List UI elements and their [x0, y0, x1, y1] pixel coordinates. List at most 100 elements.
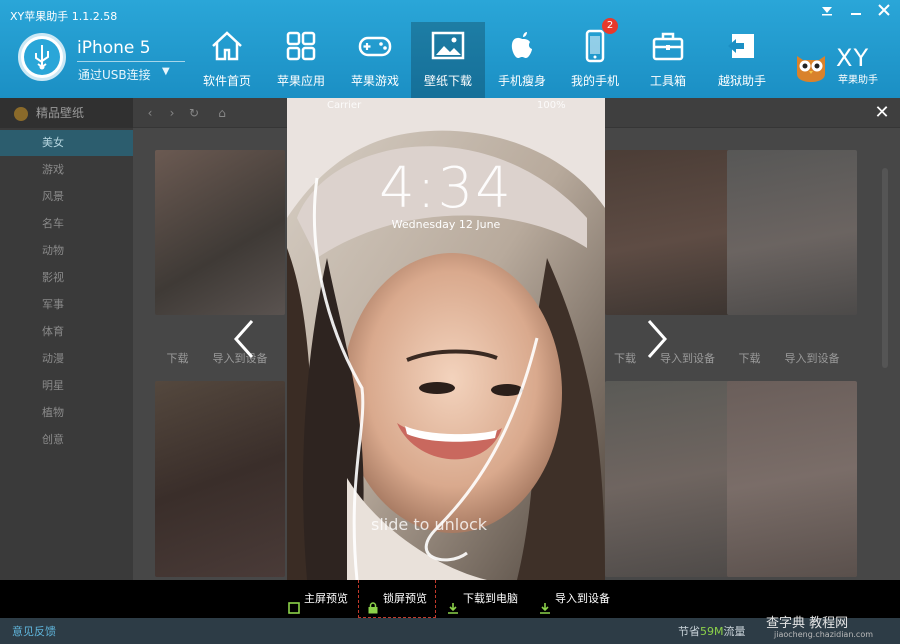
- picture-icon: [430, 28, 466, 64]
- savings-value: 59M: [700, 625, 724, 638]
- action-label: 锁屏预览: [383, 592, 427, 605]
- import-to-device-button[interactable]: 导入到设备: [539, 580, 610, 618]
- nav-label: 软件首页: [202, 74, 251, 88]
- close-icon[interactable]: [873, 4, 895, 22]
- watermark-text: 查字典 教程网: [766, 616, 849, 631]
- star-icon: [14, 107, 28, 121]
- download-to-pc-button[interactable]: 下载到电脑: [447, 580, 518, 618]
- sidebar-item-cars[interactable]: 名车: [0, 211, 133, 237]
- category-sidebar: 精品壁纸 美女 游戏 风景 名车 动物 影视 军事 体育 动漫 明星 植物 创意: [0, 98, 133, 580]
- nav-home[interactable]: 软件首页: [190, 22, 264, 98]
- sidebar-item-military[interactable]: 军事: [0, 292, 133, 318]
- action-label: 下载到电脑: [463, 592, 518, 605]
- notification-badge: 2: [602, 18, 618, 34]
- nav-games[interactable]: 苹果游戏: [338, 22, 412, 98]
- back-icon[interactable]: ‹: [141, 105, 159, 121]
- next-arrow-icon[interactable]: [645, 318, 669, 360]
- nav-label: 苹果应用: [276, 74, 325, 88]
- thumbnail-actions: 下载 导入到设备: [727, 348, 857, 370]
- sidebar-item-plants[interactable]: 植物: [0, 400, 133, 426]
- action-label: 导入到设备: [555, 592, 610, 605]
- lock-icon: [367, 592, 379, 614]
- nav-label: 我的手机: [570, 74, 619, 88]
- toolbox-icon: [650, 28, 686, 64]
- nav-my-phone[interactable]: 2 我的手机: [558, 18, 632, 98]
- nav-slim[interactable]: 手机瘦身: [485, 22, 559, 98]
- nav-jailbreak[interactable]: 越狱助手: [705, 22, 779, 98]
- sidebar-item-scenery[interactable]: 风景: [0, 184, 133, 210]
- sidebar-item-sports[interactable]: 体育: [0, 319, 133, 345]
- device-divider: [77, 61, 185, 62]
- wallpaper-thumbnail[interactable]: [155, 150, 285, 315]
- wallpaper-thumbnail[interactable]: [605, 150, 735, 315]
- feedback-link[interactable]: 意见反馈: [12, 623, 56, 639]
- home-icon[interactable]: ⌂: [213, 105, 231, 121]
- usb-icon: [18, 33, 66, 81]
- nav-apps[interactable]: 苹果应用: [264, 22, 338, 98]
- lockscreen-time: 4:34: [379, 156, 513, 221]
- dropdown-menu-icon[interactable]: [816, 4, 838, 22]
- nav-wallpaper[interactable]: 壁纸下载: [411, 22, 485, 98]
- lock-preview-button[interactable]: 锁屏预览: [358, 580, 436, 618]
- app-header: XY苹果助手 1.1.2.58 iPhone 5 通过USB连接 ▼ 软件首页 …: [0, 0, 900, 98]
- wallpaper-thumbnail[interactable]: [605, 381, 735, 577]
- sidebar-item-movies[interactable]: 影视: [0, 265, 133, 291]
- preview-action-bar: 主屏预览 锁屏预览 下载到电脑 导入到设备: [0, 580, 900, 618]
- sidebar-header: 精品壁纸: [0, 98, 133, 128]
- app-title: XY苹果助手 1.1.2.58: [10, 10, 118, 23]
- traffic-savings: 节省59M流量: [678, 623, 746, 639]
- brand-subtitle: 苹果助手: [838, 75, 878, 86]
- nav-label: 苹果游戏: [350, 74, 399, 88]
- wallpaper-thumbnail[interactable]: [727, 381, 857, 577]
- forward-icon[interactable]: ›: [163, 105, 181, 121]
- download-button[interactable]: 下载: [727, 348, 772, 370]
- download-button[interactable]: 下载: [605, 348, 645, 370]
- nav-label: 越狱助手: [717, 74, 766, 88]
- owl-logo-icon: [793, 48, 829, 84]
- refresh-icon[interactable]: ↻: [185, 105, 203, 121]
- action-label: 主屏预览: [304, 592, 348, 605]
- download-button[interactable]: 下载: [155, 348, 200, 370]
- square-icon: [288, 592, 300, 614]
- battery-label: 100%: [537, 100, 566, 111]
- import-button[interactable]: 导入到设备: [772, 348, 852, 370]
- sidebar-header-label: 精品壁纸: [36, 106, 85, 120]
- savings-prefix: 节省: [678, 625, 700, 638]
- status-strip: 意见反馈 节省59M流量: [0, 618, 900, 644]
- chevron-down-icon[interactable]: ▼: [162, 66, 170, 77]
- sidebar-item-stars[interactable]: 明星: [0, 373, 133, 399]
- scrollbar[interactable]: [882, 168, 888, 368]
- apple-icon: [504, 28, 540, 64]
- previous-arrow-icon[interactable]: [232, 318, 256, 360]
- nav-label: 工具箱: [649, 74, 686, 88]
- connection-selector[interactable]: 通过USB连接: [78, 66, 151, 83]
- watermark-url: jiaocheng.chazidian.com: [774, 630, 874, 639]
- import-icon: [539, 592, 551, 614]
- wallpaper-thumbnail[interactable]: [727, 150, 857, 315]
- thumbnail-actions: 下载 导入到设备: [605, 348, 735, 370]
- preview-close-icon[interactable]: ✕: [872, 104, 892, 124]
- slide-to-unlock-label: slide to unlock: [371, 515, 488, 534]
- sidebar-item-beauty[interactable]: 美女: [0, 130, 133, 156]
- device-name: iPhone 5: [77, 38, 151, 58]
- lockscreen-date: Wednesday 12 June: [391, 218, 501, 231]
- home-icon: [209, 28, 245, 64]
- nav-label: 壁纸下载: [423, 74, 472, 88]
- nav-label: 手机瘦身: [497, 74, 546, 88]
- jailbreak-icon: [724, 28, 760, 64]
- sidebar-item-games[interactable]: 游戏: [0, 157, 133, 183]
- wallpaper-thumbnail[interactable]: [155, 381, 285, 577]
- carrier-label: Carrier: [327, 100, 362, 111]
- sidebar-item-anime[interactable]: 动漫: [0, 346, 133, 372]
- ios-status-bar: Carrier 100%: [287, 100, 605, 114]
- minimize-icon[interactable]: [845, 4, 867, 22]
- gamepad-icon: [357, 28, 393, 64]
- sidebar-item-creative[interactable]: 创意: [0, 427, 133, 453]
- nav-toolbox[interactable]: 工具箱: [631, 22, 705, 98]
- brand-name: XY: [836, 44, 870, 72]
- download-icon: [447, 592, 459, 614]
- sidebar-item-animals[interactable]: 动物: [0, 238, 133, 264]
- thumbnail-actions: 下载 导入到设备: [155, 348, 285, 370]
- savings-suffix: 流量: [723, 625, 746, 638]
- home-preview-button[interactable]: 主屏预览: [288, 580, 348, 618]
